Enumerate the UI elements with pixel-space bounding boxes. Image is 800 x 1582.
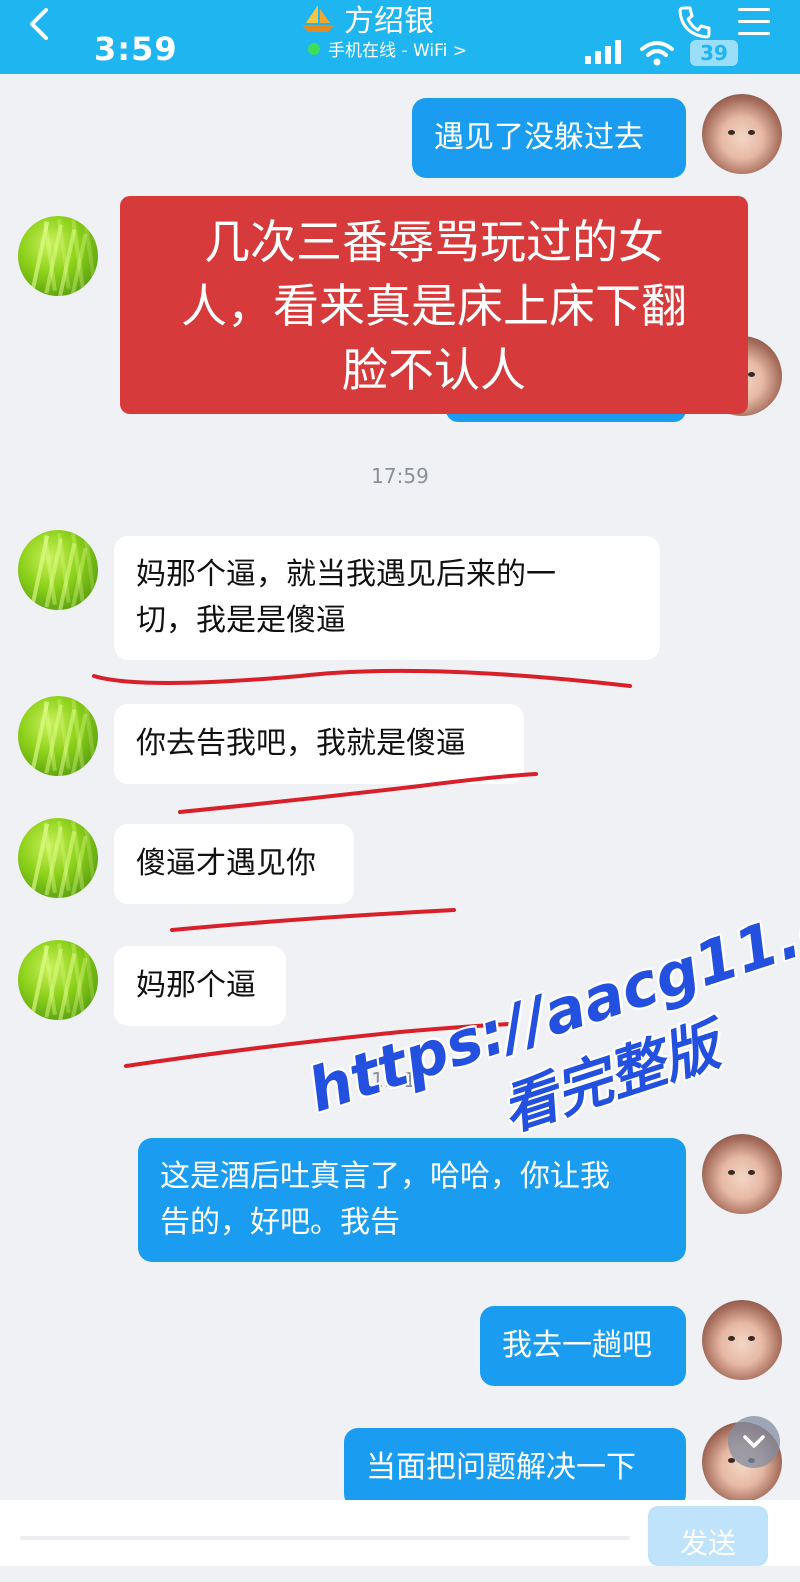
contact-avatar[interactable]	[18, 818, 98, 898]
red-caption-overlay: 几次三番辱骂玩过的女 人，看来真是床上床下翻 脸不认人	[120, 196, 748, 414]
my-avatar[interactable]	[702, 1300, 782, 1380]
online-status-text: 手机在线 - WiFi >	[328, 41, 468, 61]
boat-icon	[302, 5, 334, 32]
online-dot-icon	[308, 42, 320, 55]
message-bubble-outgoing[interactable]: 我去一趟吧	[480, 1306, 686, 1386]
timestamp: 17:59	[371, 464, 429, 488]
phone-call-icon[interactable]	[676, 4, 712, 40]
my-avatar[interactable]	[702, 1134, 782, 1214]
scroll-to-bottom-button[interactable]	[728, 1416, 780, 1468]
contact-avatar[interactable]	[18, 530, 98, 610]
chevron-down-icon	[743, 1435, 765, 1448]
message-bubble-incoming[interactable]: 妈那个逼，就当我遇见后来的一 切，我是是傻逼	[114, 536, 660, 660]
message-bubble-incoming[interactable]: 你去告我吧，我就是傻逼	[114, 704, 524, 784]
send-button[interactable]: 发送	[648, 1506, 768, 1566]
online-status[interactable]: 手机在线 - WiFi >	[308, 36, 467, 61]
contact-avatar[interactable]	[18, 940, 98, 1020]
message-bubble-incoming[interactable]: 傻逼才遇见你	[114, 824, 354, 904]
battery-indicator: 39	[690, 40, 738, 66]
message-bubble-incoming[interactable]: 妈那个逼	[114, 946, 286, 1026]
status-time: 3:59	[94, 30, 178, 68]
wifi-icon	[640, 41, 674, 66]
chat-header: 3:59 方绍银 手机在线 - WiFi > 39	[0, 0, 800, 74]
menu-icon[interactable]	[738, 8, 770, 36]
contact-title[interactable]: 方绍银	[300, 0, 434, 40]
message-input[interactable]	[20, 1536, 630, 1540]
signal-icon	[585, 40, 621, 64]
contact-avatar[interactable]	[18, 696, 98, 776]
back-arrow-icon[interactable]	[22, 6, 58, 42]
message-bubble-outgoing[interactable]: 当面把问题解决一下	[344, 1428, 686, 1508]
message-bubble-outgoing[interactable]: 遇见了没躲过去	[412, 98, 686, 178]
contact-avatar[interactable]	[18, 216, 98, 296]
contact-name: 方绍银	[344, 4, 434, 39]
my-avatar[interactable]	[702, 94, 782, 174]
message-bubble-outgoing[interactable]: 这是酒后吐真言了，哈哈，你让我 告的，好吧。我告	[138, 1138, 686, 1262]
